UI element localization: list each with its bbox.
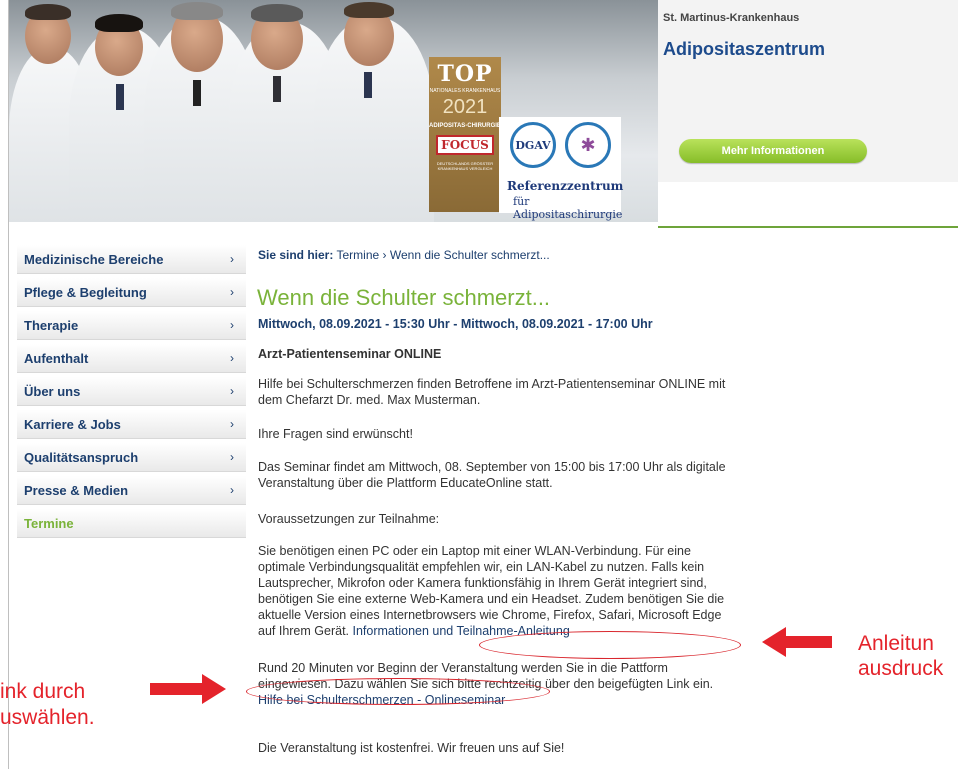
hospital-name: St. Martinus-Krankenhaus — [663, 12, 800, 24]
breadcrumb-link-termine[interactable]: Termine — [336, 248, 379, 262]
chevron-right-icon: › — [230, 351, 234, 365]
arrow-left-icon — [762, 627, 832, 657]
breadcrumb-prefix: Sie sind hier: — [258, 248, 334, 262]
breadcrumb-separator: › — [382, 248, 387, 262]
sidebar-item-medizinische-bereiche[interactable]: Medizinische Bereiche › — [17, 245, 246, 274]
breadcrumb: Sie sind hier: Termine › Wenn die Schult… — [258, 248, 550, 262]
arrow-right-icon — [150, 674, 226, 704]
paragraph-requirements-heading: Voraussetzungen zur Teilnahme: — [258, 512, 440, 526]
more-info-button[interactable]: Mehr Informationen — [679, 139, 867, 163]
event-subtitle: Arzt-Patientenseminar ONLINE — [258, 347, 442, 361]
chevron-right-icon: › — [230, 384, 234, 398]
highlight-ellipse-instructions — [479, 631, 741, 659]
divider — [658, 226, 958, 228]
highlight-ellipse-link — [246, 678, 550, 705]
chevron-right-icon: › — [230, 252, 234, 266]
chevron-right-icon: › — [230, 417, 234, 431]
annotation-right-line2: ausdruck — [858, 657, 944, 680]
paragraph-seminar-info: Das Seminar findet am Mittwoch, 08. Sept… — [258, 460, 726, 490]
annotation-left-line2: uswählen. — [0, 706, 95, 729]
chevron-right-icon: › — [230, 285, 234, 299]
sidebar-item-termine[interactable]: Termine — [17, 509, 246, 538]
dgav-logo: DGAV — [510, 122, 556, 168]
annotation-left-line1: ink durch — [0, 680, 86, 703]
paragraph-closing: Die Veranstaltung ist kostenfrei. Wir fr… — [258, 741, 565, 755]
sidebar-nav: Medizinische Bereiche › Pflege & Begleitu… — [17, 245, 246, 542]
sidebar-item-karriere-jobs[interactable]: Karriere & Jobs › — [17, 410, 246, 439]
event-date: Mittwoch, 08.09.2021 - 15:30 Uhr - Mittw… — [258, 317, 653, 331]
breadcrumb-current: Wenn die Schulter schmerzt... — [389, 248, 550, 262]
sidebar-item-qualitaetsanspruch[interactable]: Qualitätsanspruch › — [17, 443, 246, 472]
referenzzentrum-badge: DGAV ✱ Referenzzentrum für Adipositaschi… — [499, 117, 623, 221]
sidebar-item-aufenthalt[interactable]: Aufenthalt › — [17, 344, 246, 373]
header-photo: TOP NATIONALES KRANKENHAUS 2021 ADIPOSIT… — [9, 0, 658, 222]
paragraph-intro: Hilfe bei Schulterschmerzen finden Betro… — [258, 377, 726, 407]
chevron-right-icon: › — [230, 483, 234, 497]
focus-top-badge: TOP NATIONALES KRANKENHAUS 2021 ADIPOSIT… — [429, 57, 501, 212]
sidebar-item-ueber-uns[interactable]: Über uns › — [17, 377, 246, 406]
centre-name: Adipositaszentrum — [663, 39, 826, 59]
chevron-right-icon: › — [230, 450, 234, 464]
sidebar-item-presse-medien[interactable]: Presse & Medien › — [17, 476, 246, 505]
certification-seal-icon: ✱ — [565, 122, 611, 168]
chevron-right-icon: › — [230, 318, 234, 332]
page-title: Wenn die Schulter schmerzt... — [257, 285, 551, 310]
sidebar-item-therapie[interactable]: Therapie › — [17, 311, 246, 340]
sidebar-item-pflege-begleitung[interactable]: Pflege & Begleitung › — [17, 278, 246, 307]
paragraph-requirements: Sie benötigen einen PC oder ein Laptop m… — [258, 544, 725, 638]
paragraph-questions: Ihre Fragen sind erwünscht! — [258, 427, 413, 441]
annotation-right-line1: Anleitun — [858, 632, 934, 655]
